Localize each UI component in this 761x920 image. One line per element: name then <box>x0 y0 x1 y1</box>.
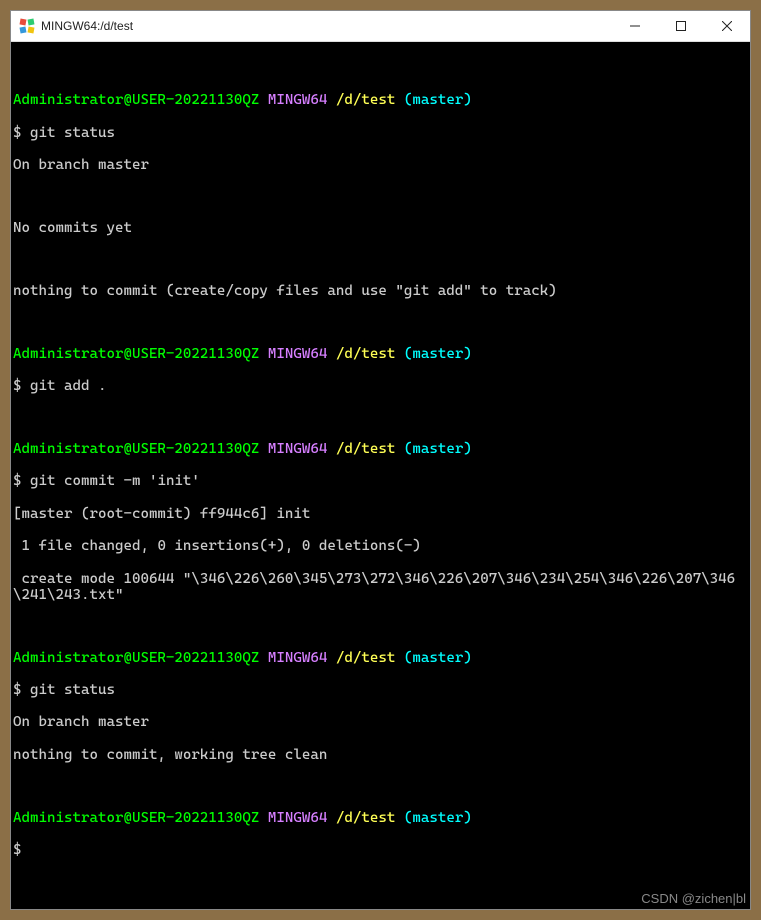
window-title: MINGW64:/d/test <box>41 19 612 33</box>
maximize-button[interactable] <box>658 11 704 41</box>
terminal-window: MINGW64:/d/test Administrator@USER-20221… <box>10 10 751 910</box>
cursor-line: $ <box>13 842 748 858</box>
prompt-line: Administrator@USER-20221130QZ MINGW64 /d… <box>13 650 748 666</box>
output-line: On branch master <box>13 157 748 173</box>
watermark: CSDN @zichen|bl <box>641 892 746 907</box>
output-line: [master (root-commit) ff944c6] init <box>13 506 748 522</box>
command-line: $ git add . <box>13 378 748 394</box>
output-line: nothing to commit (create/copy files and… <box>13 283 748 299</box>
command-line: $ git commit -m 'init' <box>13 473 748 489</box>
prompt-line: Administrator@USER-20221130QZ MINGW64 /d… <box>13 441 748 457</box>
prompt-line: Administrator@USER-20221130QZ MINGW64 /d… <box>13 346 748 362</box>
minimize-button[interactable] <box>612 11 658 41</box>
output-line: On branch master <box>13 714 748 730</box>
command-line: $ git status <box>13 125 748 141</box>
prompt-line: Administrator@USER-20221130QZ MINGW64 /d… <box>13 810 748 826</box>
prompt-line: Administrator@USER-20221130QZ MINGW64 /d… <box>13 92 748 108</box>
output-line: 1 file changed, 0 insertions(+), 0 delet… <box>13 538 748 554</box>
terminal-body[interactable]: Administrator@USER-20221130QZ MINGW64 /d… <box>11 42 750 909</box>
output-line: nothing to commit, working tree clean <box>13 747 748 763</box>
output-line: create mode 100644 "\346\226\260\345\273… <box>13 571 748 603</box>
titlebar: MINGW64:/d/test <box>11 11 750 42</box>
close-button[interactable] <box>704 11 750 41</box>
output-line: No commits yet <box>13 220 748 236</box>
app-icon <box>19 18 35 34</box>
command-line: $ git status <box>13 682 748 698</box>
